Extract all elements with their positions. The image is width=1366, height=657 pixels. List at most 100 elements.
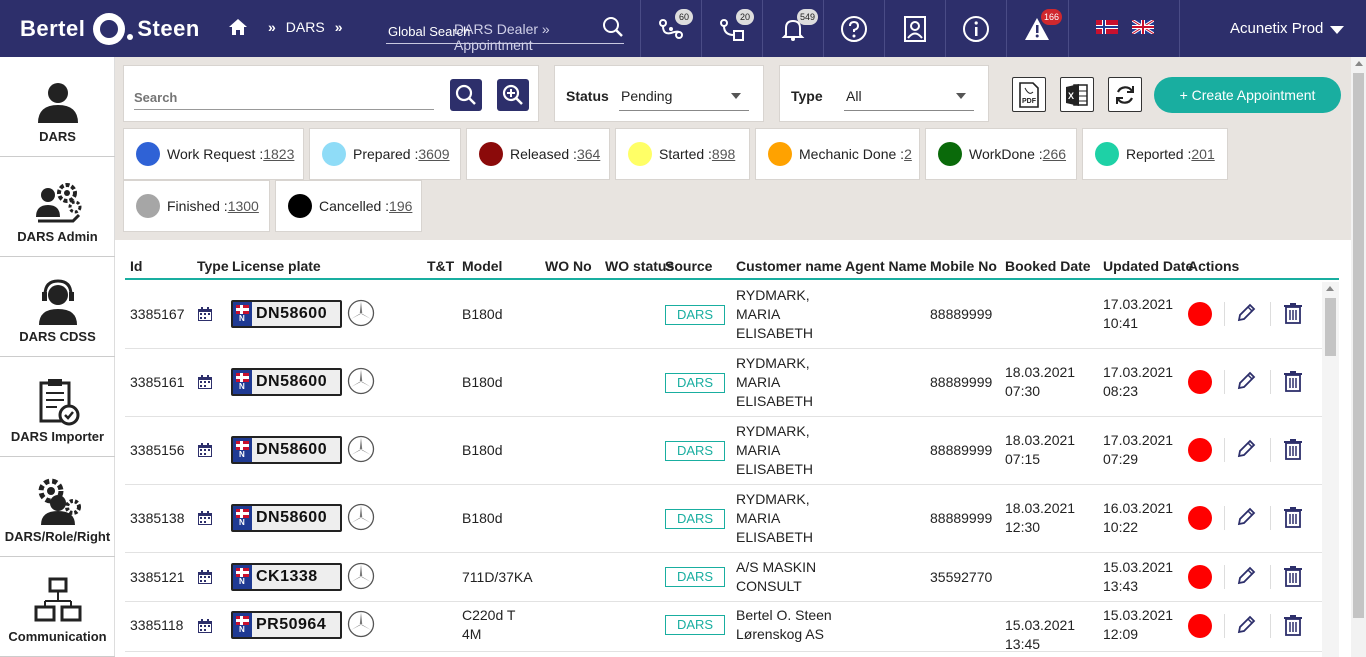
trash-icon[interactable]	[1282, 438, 1304, 460]
sidebar-item-communication[interactable]: Communication	[0, 557, 115, 657]
uk-flag-icon[interactable]	[1132, 20, 1154, 34]
sidebar-item-dars-role-right[interactable]: DARS/Role/Right	[0, 457, 115, 557]
brand-logo[interactable]: Bertel Steen	[20, 12, 200, 46]
col-customer-name[interactable]: Customer name	[736, 258, 842, 274]
status-indicator[interactable]	[1188, 302, 1212, 326]
status-chip-count[interactable]: 196	[389, 198, 412, 214]
edit-pencil-icon[interactable]	[1235, 302, 1257, 324]
edit-pencil-icon[interactable]	[1235, 614, 1257, 636]
edit-pencil-icon[interactable]	[1235, 506, 1257, 528]
status-chip-prepared[interactable]: Prepared :3609	[309, 128, 461, 180]
col-tt[interactable]: T&T	[427, 258, 454, 274]
breadcrumb-dars[interactable]: DARS	[286, 19, 325, 35]
info-button[interactable]	[945, 0, 1005, 57]
export-excel-button[interactable]: X	[1060, 77, 1094, 112]
search-input[interactable]	[134, 86, 434, 110]
chevron-down-icon[interactable]	[1330, 26, 1344, 34]
calendar-icon[interactable]	[197, 306, 213, 322]
status-indicator[interactable]	[1188, 614, 1212, 638]
page-scrollbar[interactable]	[1351, 57, 1366, 657]
status-filter[interactable]: Status Pending	[554, 65, 764, 122]
col-model[interactable]: Model	[462, 258, 502, 274]
status-chip-count[interactable]: 266	[1043, 146, 1066, 162]
scroll-up-icon[interactable]	[1326, 286, 1334, 291]
col-mobile-no[interactable]: Mobile No	[930, 258, 997, 274]
status-select[interactable]: Pending	[621, 88, 672, 104]
calendar-icon[interactable]	[197, 442, 213, 458]
sidebar-item-dars-importer[interactable]: DARS Importer	[0, 357, 115, 457]
type-filter[interactable]: Type All	[779, 65, 989, 122]
global-search-input[interactable]: Global Search	[388, 24, 470, 39]
trash-icon[interactable]	[1282, 506, 1304, 528]
license-plate[interactable]: N DN58600	[231, 504, 342, 532]
status-chip-finished[interactable]: Finished :1300	[123, 180, 270, 232]
calendar-icon[interactable]	[197, 510, 213, 526]
status-indicator[interactable]	[1188, 438, 1212, 462]
chevron-down-icon[interactable]	[956, 93, 966, 99]
license-plate[interactable]: N DN58600	[231, 436, 342, 464]
trash-icon[interactable]	[1282, 614, 1304, 636]
help-button[interactable]	[823, 0, 883, 57]
license-plate[interactable]: N CK1338	[231, 563, 342, 591]
calendar-icon[interactable]	[197, 569, 213, 585]
chevron-down-icon[interactable]	[731, 93, 741, 99]
status-chip-cancelled[interactable]: Cancelled :196	[275, 180, 422, 232]
table-row[interactable]: 3385121 N CK1338 711D/37KA DARS A/S MASKI…	[125, 553, 1322, 602]
status-chip-reported[interactable]: Reported :201	[1082, 128, 1228, 180]
user-name[interactable]: Acunetix Prod	[1230, 20, 1323, 37]
status-chip-count[interactable]: 898	[712, 146, 735, 162]
col-source[interactable]: Source	[665, 258, 712, 274]
trash-icon[interactable]	[1282, 370, 1304, 392]
col-type[interactable]: Type	[197, 258, 229, 274]
status-indicator[interactable]	[1188, 370, 1212, 394]
map-route-button-2[interactable]: 20	[701, 0, 761, 57]
table-scrollbar-thumb[interactable]	[1325, 298, 1336, 356]
calendar-icon[interactable]	[197, 618, 213, 634]
map-route-button[interactable]: 60	[640, 0, 700, 57]
col-booked-date[interactable]: Booked Date	[1005, 258, 1091, 274]
status-chip-count[interactable]: 1300	[228, 198, 259, 214]
sidebar-item-dars[interactable]: DARS	[0, 57, 115, 157]
table-row[interactable]: 3385167 N DN58600 B180d DARS RYDMARK, MARI…	[125, 281, 1322, 349]
norway-flag-icon[interactable]	[1096, 20, 1118, 34]
status-chip-started[interactable]: Started :898	[615, 128, 750, 180]
breadcrumb-dealer[interactable]: DARS Dealer » Appointment	[454, 21, 624, 53]
scroll-up-icon[interactable]	[1355, 61, 1363, 66]
table-row[interactable]: 3385161 N DN58600 B180d DARS RYDMARK, MARI…	[125, 349, 1322, 417]
edit-pencil-icon[interactable]	[1235, 370, 1257, 392]
col-updated-date[interactable]: Updated Date	[1103, 258, 1193, 274]
status-indicator[interactable]	[1188, 506, 1212, 530]
table-scrollbar[interactable]	[1322, 282, 1339, 657]
sidebar-item-dars-admin[interactable]: DARS Admin	[0, 157, 115, 257]
edit-pencil-icon[interactable]	[1235, 565, 1257, 587]
license-plate[interactable]: N DN58600	[231, 368, 342, 396]
status-chip-count[interactable]: 2	[904, 146, 912, 162]
status-chip-count[interactable]: 364	[577, 146, 600, 162]
status-chip-count[interactable]: 3609	[418, 146, 449, 162]
status-indicator[interactable]	[1188, 565, 1212, 589]
global-search[interactable]: DARS Dealer » Appointment Global Search	[386, 14, 624, 53]
table-row[interactable]: 3385156 N DN58600 B180d DARS RYDMARK, MARI…	[125, 417, 1322, 485]
license-plate[interactable]: N PR50964	[231, 611, 342, 639]
status-chip-released[interactable]: Released :364	[466, 128, 610, 180]
page-scrollbar-thumb[interactable]	[1353, 73, 1364, 618]
refresh-button[interactable]	[1108, 77, 1142, 112]
advanced-search-button[interactable]	[497, 79, 529, 111]
table-row[interactable]: 3385118 N PR50964 C220d T 4M DARS Bertel O…	[125, 602, 1322, 652]
search-icon[interactable]	[602, 16, 624, 38]
col-wo-status[interactable]: WO status	[605, 258, 674, 274]
search-button[interactable]	[450, 79, 482, 111]
home-icon[interactable]	[228, 18, 248, 36]
status-chip-work-request[interactable]: Work Request :1823	[123, 128, 304, 180]
col-wo-no[interactable]: WO No	[545, 258, 592, 274]
type-select[interactable]: All	[846, 88, 862, 104]
trash-icon[interactable]	[1282, 565, 1304, 587]
calendar-icon[interactable]	[197, 374, 213, 390]
notifications-button[interactable]: 549	[762, 0, 822, 57]
status-chip-count[interactable]: 201	[1191, 146, 1214, 162]
profile-button[interactable]	[884, 0, 944, 57]
table-row[interactable]: 3385138 N DN58600 B180d DARS RYDMARK, MARI…	[125, 485, 1322, 553]
alerts-button[interactable]: 166	[1006, 0, 1066, 57]
sidebar-item-dars-cdss[interactable]: DARS CDSS	[0, 257, 115, 357]
col-license-plate[interactable]: License plate	[232, 258, 321, 274]
